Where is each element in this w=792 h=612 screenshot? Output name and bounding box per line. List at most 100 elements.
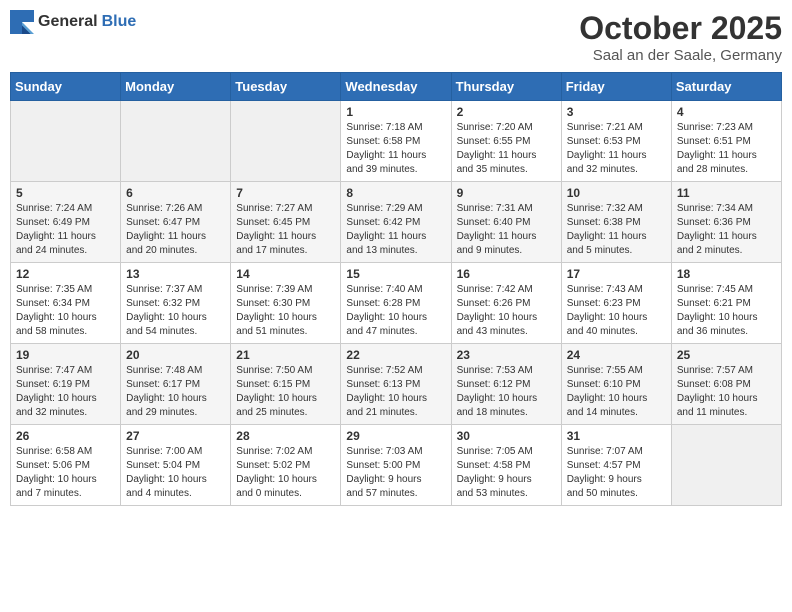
day-number: 8	[346, 186, 445, 200]
day-number: 29	[346, 429, 445, 443]
calendar-cell: 21 Sunrise: 7:50 AMSunset: 6:15 PMDayligh…	[231, 344, 341, 425]
day-number: 26	[16, 429, 115, 443]
day-number: 24	[567, 348, 666, 362]
day-info: Sunrise: 7:07 AMSunset: 4:57 PMDaylight:…	[567, 445, 666, 501]
day-info: Sunrise: 7:27 AMSunset: 6:45 PMDaylight:…	[236, 202, 335, 258]
calendar-cell: 31 Sunrise: 7:07 AMSunset: 4:57 PMDayligh…	[561, 425, 671, 506]
calendar-cell: 3Sunrise: 7:21 AMSunset: 6:53 PMDaylight…	[561, 101, 671, 182]
logo-blue-text: Blue	[102, 13, 137, 31]
calendar-week-row: 1 Sunrise: 7:18 AMSunset: 6:58 PMDaylight…	[11, 101, 782, 182]
day-info: Sunrise: 7:55 AMSunset: 6:10 PMDaylight:…	[567, 364, 666, 420]
day-number: 5	[16, 186, 115, 200]
calendar-cell: 1 Sunrise: 7:18 AMSunset: 6:58 PMDaylight…	[341, 101, 451, 182]
day-info: Sunrise: 7:02 AMSunset: 5:02 PMDaylight:…	[236, 445, 335, 501]
logo-general-text: General	[38, 13, 98, 31]
day-number: 7	[236, 186, 335, 200]
day-info: Sunrise: 7:35 AMSunset: 6:34 PMDaylight:…	[16, 283, 115, 339]
day-info: Sunrise: 7:40 AMSunset: 6:28 PMDaylight:…	[346, 283, 445, 339]
day-number: 11	[677, 186, 776, 200]
weekday-header: Thursday	[451, 73, 561, 101]
day-number: 9	[457, 186, 556, 200]
weekday-header: Monday	[121, 73, 231, 101]
day-number: 25	[677, 348, 776, 362]
day-info: Sunrise: 7:20 AMSunset: 6:55 PMDaylight:…	[457, 121, 556, 177]
title-area: October 2025 Saal an der Saale, Germany	[579, 10, 782, 64]
calendar-cell: 30Sunrise: 7:05 AMSunset: 4:58 PMDayligh…	[451, 425, 561, 506]
day-info: Sunrise: 7:39 AMSunset: 6:30 PMDaylight:…	[236, 283, 335, 339]
calendar-cell	[121, 101, 231, 182]
calendar-cell: 9 Sunrise: 7:31 AMSunset: 6:40 PMDaylight…	[451, 182, 561, 263]
calendar-cell: 11 Sunrise: 7:34 AMSunset: 6:36 PMDayligh…	[671, 182, 781, 263]
general-blue-icon	[10, 10, 34, 34]
day-info: Sunrise: 7:53 AMSunset: 6:12 PMDaylight:…	[457, 364, 556, 420]
day-info: Sunrise: 7:18 AMSunset: 6:58 PMDaylight:…	[346, 121, 445, 177]
day-info: Sunrise: 6:58 AMSunset: 5:06 PMDaylight:…	[16, 445, 115, 501]
calendar-cell	[11, 101, 121, 182]
day-info: Sunrise: 7:47 AMSunset: 6:19 PMDaylight:…	[16, 364, 115, 420]
day-info: Sunrise: 7:26 AMSunset: 6:47 PMDaylight:…	[126, 202, 225, 258]
weekday-header: Wednesday	[341, 73, 451, 101]
calendar-cell: 20 Sunrise: 7:48 AMSunset: 6:17 PMDayligh…	[121, 344, 231, 425]
day-number: 28	[236, 429, 335, 443]
day-info: Sunrise: 7:48 AMSunset: 6:17 PMDaylight:…	[126, 364, 225, 420]
calendar-cell	[671, 425, 781, 506]
day-number: 4	[677, 105, 776, 119]
calendar-cell: 10Sunrise: 7:32 AMSunset: 6:38 PMDayligh…	[561, 182, 671, 263]
calendar-cell: 26 Sunrise: 6:58 AMSunset: 5:06 PMDayligh…	[11, 425, 121, 506]
calendar-cell: 7 Sunrise: 7:27 AMSunset: 6:45 PMDaylight…	[231, 182, 341, 263]
logo: General Blue	[10, 10, 136, 34]
day-number: 2	[457, 105, 556, 119]
calendar-week-row: 26 Sunrise: 6:58 AMSunset: 5:06 PMDayligh…	[11, 425, 782, 506]
calendar-cell: 25Sunrise: 7:57 AMSunset: 6:08 PMDayligh…	[671, 344, 781, 425]
calendar-week-row: 12 Sunrise: 7:35 AMSunset: 6:34 PMDayligh…	[11, 263, 782, 344]
day-info: Sunrise: 7:31 AMSunset: 6:40 PMDaylight:…	[457, 202, 556, 258]
day-info: Sunrise: 7:50 AMSunset: 6:15 PMDaylight:…	[236, 364, 335, 420]
day-info: Sunrise: 7:37 AMSunset: 6:32 PMDaylight:…	[126, 283, 225, 339]
calendar-cell: 13 Sunrise: 7:37 AMSunset: 6:32 PMDayligh…	[121, 263, 231, 344]
calendar-cell: 19 Sunrise: 7:47 AMSunset: 6:19 PMDayligh…	[11, 344, 121, 425]
calendar-week-row: 19 Sunrise: 7:47 AMSunset: 6:19 PMDayligh…	[11, 344, 782, 425]
day-info: Sunrise: 7:45 AMSunset: 6:21 PMDaylight:…	[677, 283, 776, 339]
calendar-cell: 27Sunrise: 7:00 AMSunset: 5:04 PMDayligh…	[121, 425, 231, 506]
day-number: 20	[126, 348, 225, 362]
calendar-cell: 18 Sunrise: 7:45 AMSunset: 6:21 PMDayligh…	[671, 263, 781, 344]
calendar-header-row: SundayMondayTuesdayWednesdayThursdayFrid…	[11, 73, 782, 101]
calendar-week-row: 5Sunrise: 7:24 AMSunset: 6:49 PMDaylight…	[11, 182, 782, 263]
day-number: 1	[346, 105, 445, 119]
location-title: Saal an der Saale, Germany	[579, 47, 782, 64]
day-number: 19	[16, 348, 115, 362]
calendar-table: SundayMondayTuesdayWednesdayThursdayFrid…	[10, 72, 782, 506]
calendar-cell: 17 Sunrise: 7:43 AMSunset: 6:23 PMDayligh…	[561, 263, 671, 344]
calendar-cell: 6 Sunrise: 7:26 AMSunset: 6:47 PMDaylight…	[121, 182, 231, 263]
day-number: 22	[346, 348, 445, 362]
day-number: 17	[567, 267, 666, 281]
day-number: 12	[16, 267, 115, 281]
day-number: 16	[457, 267, 556, 281]
weekday-header: Friday	[561, 73, 671, 101]
day-number: 14	[236, 267, 335, 281]
header: General Blue October 2025 Saal an der Sa…	[10, 10, 782, 64]
day-number: 15	[346, 267, 445, 281]
weekday-header: Sunday	[11, 73, 121, 101]
day-info: Sunrise: 7:43 AMSunset: 6:23 PMDaylight:…	[567, 283, 666, 339]
day-number: 6	[126, 186, 225, 200]
calendar-cell	[231, 101, 341, 182]
weekday-header: Tuesday	[231, 73, 341, 101]
day-number: 23	[457, 348, 556, 362]
calendar-cell: 24 Sunrise: 7:55 AMSunset: 6:10 PMDayligh…	[561, 344, 671, 425]
calendar-cell: 22Sunrise: 7:52 AMSunset: 6:13 PMDayligh…	[341, 344, 451, 425]
day-number: 18	[677, 267, 776, 281]
weekday-header: Saturday	[671, 73, 781, 101]
day-number: 3	[567, 105, 666, 119]
day-number: 31	[567, 429, 666, 443]
calendar-cell: 4Sunrise: 7:23 AMSunset: 6:51 PMDaylight…	[671, 101, 781, 182]
logo-text: General Blue	[10, 10, 136, 34]
day-info: Sunrise: 7:05 AMSunset: 4:58 PMDaylight:…	[457, 445, 556, 501]
calendar-cell: 23 Sunrise: 7:53 AMSunset: 6:12 PMDayligh…	[451, 344, 561, 425]
day-info: Sunrise: 7:34 AMSunset: 6:36 PMDaylight:…	[677, 202, 776, 258]
day-number: 21	[236, 348, 335, 362]
calendar-cell: 2 Sunrise: 7:20 AMSunset: 6:55 PMDaylight…	[451, 101, 561, 182]
day-number: 13	[126, 267, 225, 281]
calendar-cell: 14 Sunrise: 7:39 AMSunset: 6:30 PMDayligh…	[231, 263, 341, 344]
day-info: Sunrise: 7:29 AMSunset: 6:42 PMDaylight:…	[346, 202, 445, 258]
